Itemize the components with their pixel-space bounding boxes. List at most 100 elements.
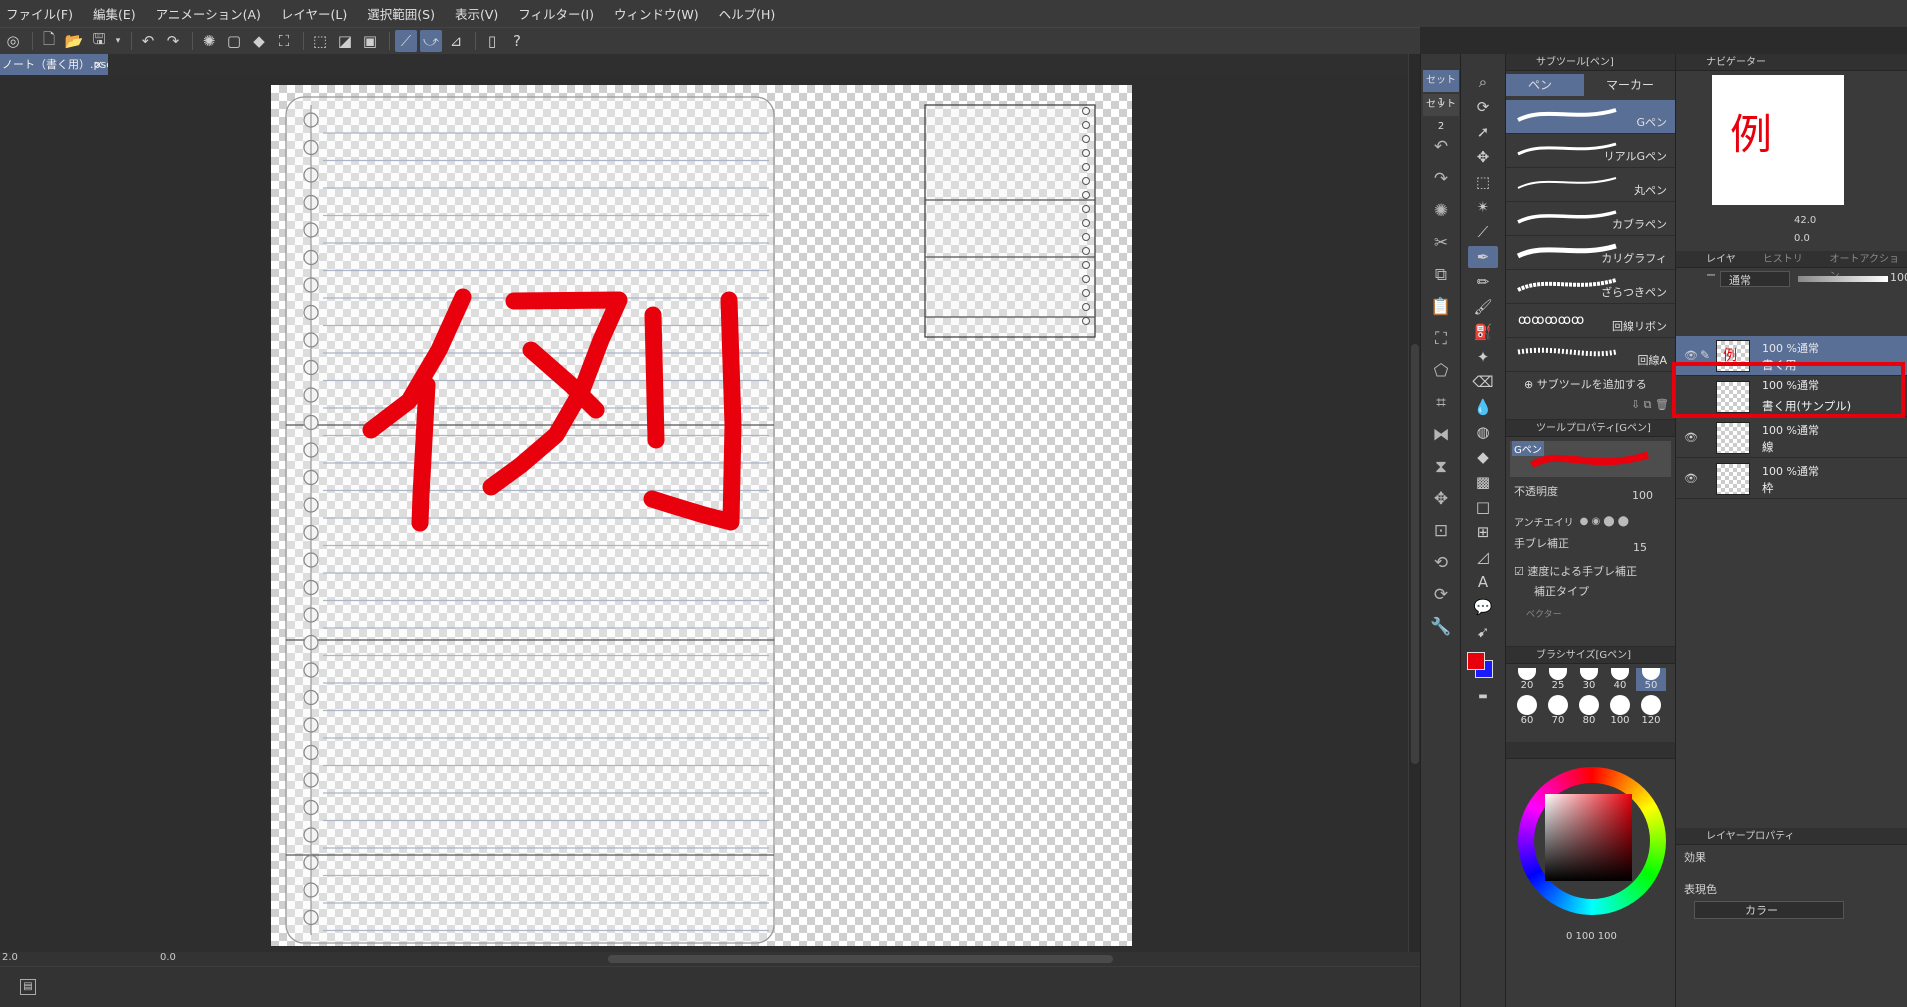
opacity-value[interactable]: 100: [1632, 489, 1653, 502]
color-swatches[interactable]: [1461, 646, 1505, 682]
menu-help[interactable]: ヘルプ(H): [719, 4, 776, 23]
layer-row-lines[interactable]: 👁 100 %通常 線: [1676, 418, 1907, 458]
balloon-icon[interactable]: 💬: [1468, 596, 1498, 618]
vector-row[interactable]: ベクター: [1506, 605, 1675, 625]
save-icon[interactable]: 🖫: [88, 30, 110, 52]
navigator-zoom[interactable]: 42.0: [1794, 215, 1816, 226]
device-icon[interactable]: ▯: [481, 30, 503, 52]
brush-item[interactable]: カブラペン: [1506, 202, 1675, 236]
color-values[interactable]: 0 100 100: [1566, 931, 1617, 942]
text-icon[interactable]: A: [1468, 571, 1498, 593]
rotate-right-icon[interactable]: ⟳: [1423, 580, 1459, 610]
brush-item[interactable]: 丸ペン: [1506, 168, 1675, 202]
menu-window[interactable]: ウィンドウ(W): [614, 4, 699, 23]
speed-stabilizer-row[interactable]: ☑ 速度による手ブレ補正: [1506, 561, 1675, 581]
size-option[interactable]: 80: [1574, 695, 1604, 726]
loading-icon[interactable]: ✺: [1423, 196, 1459, 226]
size-option[interactable]: 30: [1574, 668, 1604, 691]
dropdown-arrow-icon[interactable]: ▾: [113, 30, 123, 52]
menu-layer[interactable]: レイヤー(L): [281, 4, 347, 23]
horizontal-scrollbar-thumb[interactable]: [608, 955, 1113, 963]
layout-icon[interactable]: ▤: [20, 979, 36, 995]
eraser-icon[interactable]: ⌫: [1468, 371, 1498, 393]
opacity-row[interactable]: 不透明度 100: [1506, 481, 1675, 509]
bucket-icon[interactable]: ◆: [1468, 446, 1498, 468]
new-file-icon[interactable]: 🗋: [38, 30, 60, 52]
menu-selection[interactable]: 選択範囲(S): [367, 4, 435, 23]
zoom-icon[interactable]: ⌕: [1468, 71, 1498, 93]
stabilizer-row[interactable]: 手ブレ補正 15: [1506, 533, 1675, 561]
brush-item[interactable]: カリグラフィ: [1506, 236, 1675, 270]
pen-edit-icon[interactable]: ✎: [1700, 348, 1710, 362]
magic-wand-icon[interactable]: ✴: [1468, 196, 1498, 218]
layer-opacity-value[interactable]: 100: [1890, 271, 1907, 284]
expression-color-dropdown[interactable]: カラー: [1694, 901, 1844, 919]
size-option[interactable]: 120: [1636, 695, 1666, 726]
subtool-footer-icons[interactable]: ⇩ ⧉ 🗑: [1506, 398, 1675, 420]
blend-mode-dropdown[interactable]: 通常: [1720, 271, 1790, 287]
flip-vertical-icon[interactable]: ⧗: [1423, 452, 1459, 482]
grid-snap-icon[interactable]: ⊿: [445, 30, 467, 52]
color-wheel-area[interactable]: [1506, 759, 1675, 929]
screenshot-icon[interactable]: ⊡: [1423, 516, 1459, 546]
antialias-row[interactable]: アンチエイリ ● ◉ ⬤ ⬤: [1506, 509, 1675, 533]
canvas-vertical-scrollbar[interactable]: [1408, 54, 1420, 952]
canvas-area[interactable]: 例: [0, 75, 1408, 952]
ruler-icon[interactable]: ◿: [1468, 546, 1498, 568]
transform-icon[interactable]: ⛶: [273, 30, 295, 52]
undo-icon[interactable]: ↶: [137, 30, 159, 52]
scrollbar-thumb[interactable]: [1411, 344, 1419, 764]
navigator-angle[interactable]: 0.0: [1794, 233, 1810, 244]
tab-layer[interactable]: レイヤー: [1706, 251, 1745, 282]
eye-icon[interactable]: 👁: [1684, 431, 1698, 444]
navigator-preview-area[interactable]: 例: [1676, 71, 1907, 211]
app-icon[interactable]: ◎: [2, 30, 24, 52]
layer-row-frame[interactable]: 👁 100 %通常 枠: [1676, 459, 1907, 499]
pencil-icon[interactable]: ✏: [1468, 271, 1498, 293]
mesh-icon[interactable]: ⌗: [1423, 388, 1459, 418]
brush-icon[interactable]: 🖌: [1468, 296, 1498, 318]
scissors-icon[interactable]: ✂: [1423, 228, 1459, 258]
redo-icon[interactable]: ↷: [1423, 164, 1459, 194]
eye-icon[interactable]: 👁: [1684, 349, 1698, 362]
size-option[interactable]: 50: [1636, 668, 1666, 691]
help-icon[interactable]: ?: [506, 30, 528, 52]
undo-icon[interactable]: ↶: [1423, 132, 1459, 162]
move-layer-icon[interactable]: ✥: [1468, 146, 1498, 168]
free-transform-icon[interactable]: ⬠: [1423, 356, 1459, 386]
fill-icon[interactable]: ◍: [1468, 421, 1498, 443]
set-1-button[interactable]: セット1: [1423, 70, 1459, 108]
pen-icon[interactable]: ✒: [1468, 246, 1498, 268]
brush-item[interactable]: 回線A: [1506, 338, 1675, 372]
wrench-icon[interactable]: 🔧: [1423, 612, 1459, 642]
brush-item[interactable]: Gペン: [1506, 100, 1675, 134]
document-tab[interactable]: ノート（書く用）.psd* ×: [0, 54, 108, 75]
close-tab-icon[interactable]: ×: [94, 54, 103, 75]
brush-item[interactable]: ざらつきペン: [1506, 270, 1675, 304]
blend-icon[interactable]: 💧: [1468, 396, 1498, 418]
menu-animation[interactable]: アニメーション(A): [156, 4, 261, 23]
invert-selection-icon[interactable]: ◪: [334, 30, 356, 52]
layer-toolbar[interactable]: [1676, 290, 1907, 336]
size-option[interactable]: 40: [1605, 668, 1635, 691]
menu-view[interactable]: 表示(V): [455, 4, 498, 23]
angle-readout[interactable]: 0.0: [160, 952, 176, 963]
gradient-icon[interactable]: ▩: [1468, 471, 1498, 493]
special-ruler-snap-icon[interactable]: ⤻: [420, 30, 442, 52]
rotate-left-icon[interactable]: ⟲: [1423, 548, 1459, 578]
frame-icon[interactable]: ⊞: [1468, 521, 1498, 543]
set-2-button[interactable]: セット2: [1423, 94, 1459, 132]
add-subtool-button[interactable]: ⊕ サブツールを追加する: [1506, 372, 1675, 398]
crop-icon[interactable]: ▣: [359, 30, 381, 52]
menu-file[interactable]: ファイル(F): [6, 4, 73, 23]
copy-icon[interactable]: ⧉: [1423, 260, 1459, 290]
transform-icon[interactable]: ⛶: [1423, 324, 1459, 354]
stabilizer-value[interactable]: 15: [1633, 541, 1647, 554]
redo-icon[interactable]: ↷: [162, 30, 184, 52]
size-option[interactable]: 20: [1512, 668, 1542, 691]
eye-icon[interactable]: 👁: [1684, 472, 1698, 485]
flip-horizontal-icon[interactable]: ⧓: [1423, 420, 1459, 450]
tab-marker[interactable]: マーカー: [1584, 74, 1662, 96]
loading-icon[interactable]: ✺: [198, 30, 220, 52]
size-option[interactable]: 100: [1605, 695, 1635, 726]
